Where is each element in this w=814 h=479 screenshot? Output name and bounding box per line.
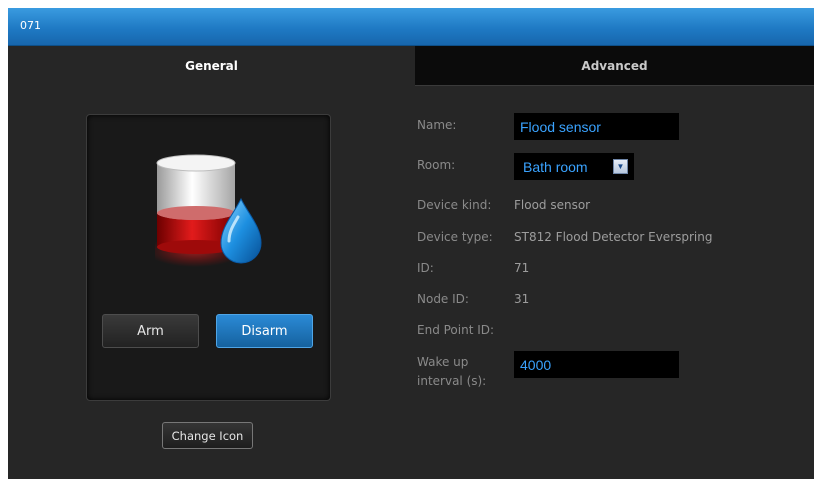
chevron-down-icon[interactable]: ▼ bbox=[613, 159, 628, 174]
end-point-id-label: End Point ID: bbox=[417, 323, 495, 337]
change-icon-button[interactable]: Change Icon bbox=[162, 422, 253, 449]
device-kind-label: Device kind: bbox=[417, 198, 492, 212]
name-label: Name: bbox=[417, 118, 457, 132]
tab-advanced[interactable]: Advanced bbox=[415, 46, 814, 86]
device-kind-value: Flood sensor bbox=[514, 198, 591, 212]
title-bar: 071 bbox=[8, 8, 814, 46]
room-select[interactable]: Bath room ▼ bbox=[514, 153, 634, 180]
device-type-label: Device type: bbox=[417, 230, 493, 244]
wakeup-label-line2: interval (s): bbox=[417, 374, 487, 388]
room-select-value: Bath room bbox=[523, 158, 588, 175]
flood-sensor-icon bbox=[155, 154, 262, 267]
room-label: Room: bbox=[417, 158, 456, 172]
id-label: ID: bbox=[417, 261, 434, 275]
disarm-button[interactable]: Disarm bbox=[216, 314, 313, 348]
wakeup-interval-field[interactable]: 4000 bbox=[514, 351, 679, 378]
wakeup-label-line1: Wake up bbox=[417, 355, 469, 369]
device-type-value: ST812 Flood Detector Everspring bbox=[514, 230, 713, 244]
tab-general[interactable]: General bbox=[8, 46, 415, 86]
arm-button[interactable]: Arm bbox=[102, 314, 199, 348]
device-control-panel: Arm Disarm bbox=[86, 114, 331, 401]
id-value: 71 bbox=[514, 261, 530, 275]
name-field[interactable]: Flood sensor bbox=[514, 113, 679, 140]
node-id-value: 31 bbox=[514, 292, 530, 306]
window-title: 071 bbox=[20, 19, 41, 32]
node-id-label: Node ID: bbox=[417, 292, 469, 306]
device-settings-window: 071 General Advanced Arm Disarm Change I… bbox=[8, 8, 814, 479]
tab-divider bbox=[415, 85, 814, 86]
